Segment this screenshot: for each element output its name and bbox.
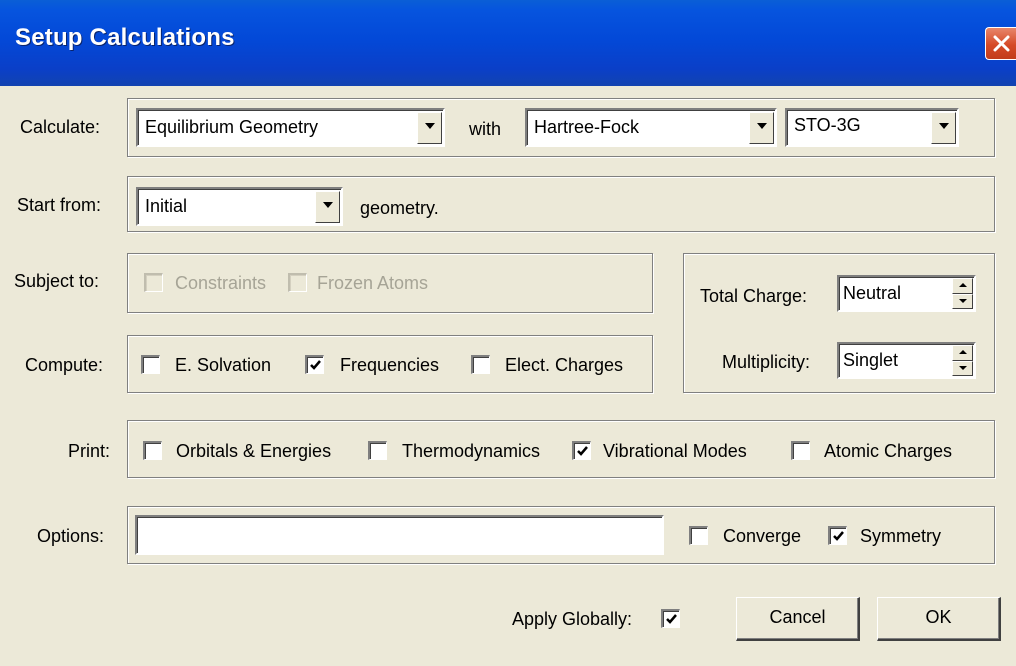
atomic-charges-checkbox[interactable] (791, 441, 810, 460)
basis-dropdown[interactable]: STO-3G (785, 108, 959, 147)
orbitals-energies-checkbox[interactable] (143, 441, 162, 460)
frequencies-label: Frequencies (340, 355, 440, 375)
apply-globally-checkbox[interactable] (661, 609, 680, 628)
orbitals-energies-label: Orbitals & Energies (176, 441, 332, 461)
method-dropdown[interactable]: Hartree-Fock (525, 108, 777, 147)
geometry-suffix: geometry. (360, 198, 439, 218)
print-label: Print: (68, 441, 111, 461)
total-charge-label: Total Charge: (700, 286, 808, 306)
frequencies-checkbox[interactable] (305, 355, 324, 374)
multiplicity-value: Singlet (843, 350, 899, 370)
ok-button[interactable]: OK (877, 597, 1001, 641)
total-charge-value: Neutral (843, 283, 902, 303)
spin-updown-icon[interactable] (952, 278, 973, 309)
options-label: Options: (37, 526, 105, 546)
frozen-atoms-checkbox[interactable] (288, 273, 307, 292)
multiplicity-label: Multiplicity: (722, 352, 811, 372)
calculate-label: Calculate: (20, 117, 101, 137)
window-title: Setup Calculations (15, 24, 235, 51)
subject-to-label: Subject to: (14, 271, 100, 291)
multiplicity-spinner[interactable]: Singlet (837, 342, 976, 379)
with-label: with (469, 119, 502, 139)
atomic-charges-label: Atomic Charges (824, 441, 953, 461)
apply-globally-label: Apply Globally: (512, 609, 633, 629)
elect-charges-checkbox[interactable] (471, 355, 490, 374)
constraints-label: Constraints (175, 273, 267, 293)
close-button[interactable] (985, 27, 1016, 60)
e-solvation-checkbox[interactable] (141, 355, 160, 374)
options-input[interactable] (135, 515, 664, 555)
constraints-checkbox[interactable] (144, 273, 163, 292)
basis-value: STO-3G (794, 115, 861, 135)
total-charge-spinner[interactable]: Neutral (837, 275, 976, 312)
chevron-down-icon[interactable] (931, 112, 956, 144)
title-bar[interactable]: Setup Calculations (0, 0, 1016, 86)
compute-label: Compute: (25, 355, 104, 375)
calculate-task-value: Equilibrium Geometry (145, 117, 319, 137)
symmetry-checkbox[interactable] (828, 526, 847, 545)
method-value: Hartree-Fock (534, 117, 640, 137)
elect-charges-label: Elect. Charges (505, 355, 624, 375)
cancel-button[interactable]: Cancel (736, 597, 860, 641)
calculate-task-dropdown[interactable]: Equilibrium Geometry (136, 108, 445, 147)
symmetry-label: Symmetry (860, 526, 941, 546)
vibrational-modes-checkbox[interactable] (572, 441, 591, 460)
converge-label: Converge (723, 526, 802, 546)
thermodynamics-label: Thermodynamics (402, 441, 541, 461)
start-from-value: Initial (145, 196, 188, 216)
start-from-label: Start from: (17, 195, 102, 215)
frozen-atoms-label: Frozen Atoms (317, 273, 429, 293)
chevron-down-icon[interactable] (749, 112, 774, 144)
vibrational-modes-label: Vibrational Modes (603, 441, 747, 461)
converge-checkbox[interactable] (689, 526, 708, 545)
chevron-down-icon[interactable] (315, 191, 340, 223)
spin-updown-icon[interactable] (952, 345, 973, 376)
chevron-down-icon[interactable] (417, 112, 442, 144)
thermodynamics-checkbox[interactable] (368, 441, 387, 460)
e-solvation-label: E. Solvation (175, 355, 272, 375)
start-from-dropdown[interactable]: Initial (136, 187, 343, 226)
